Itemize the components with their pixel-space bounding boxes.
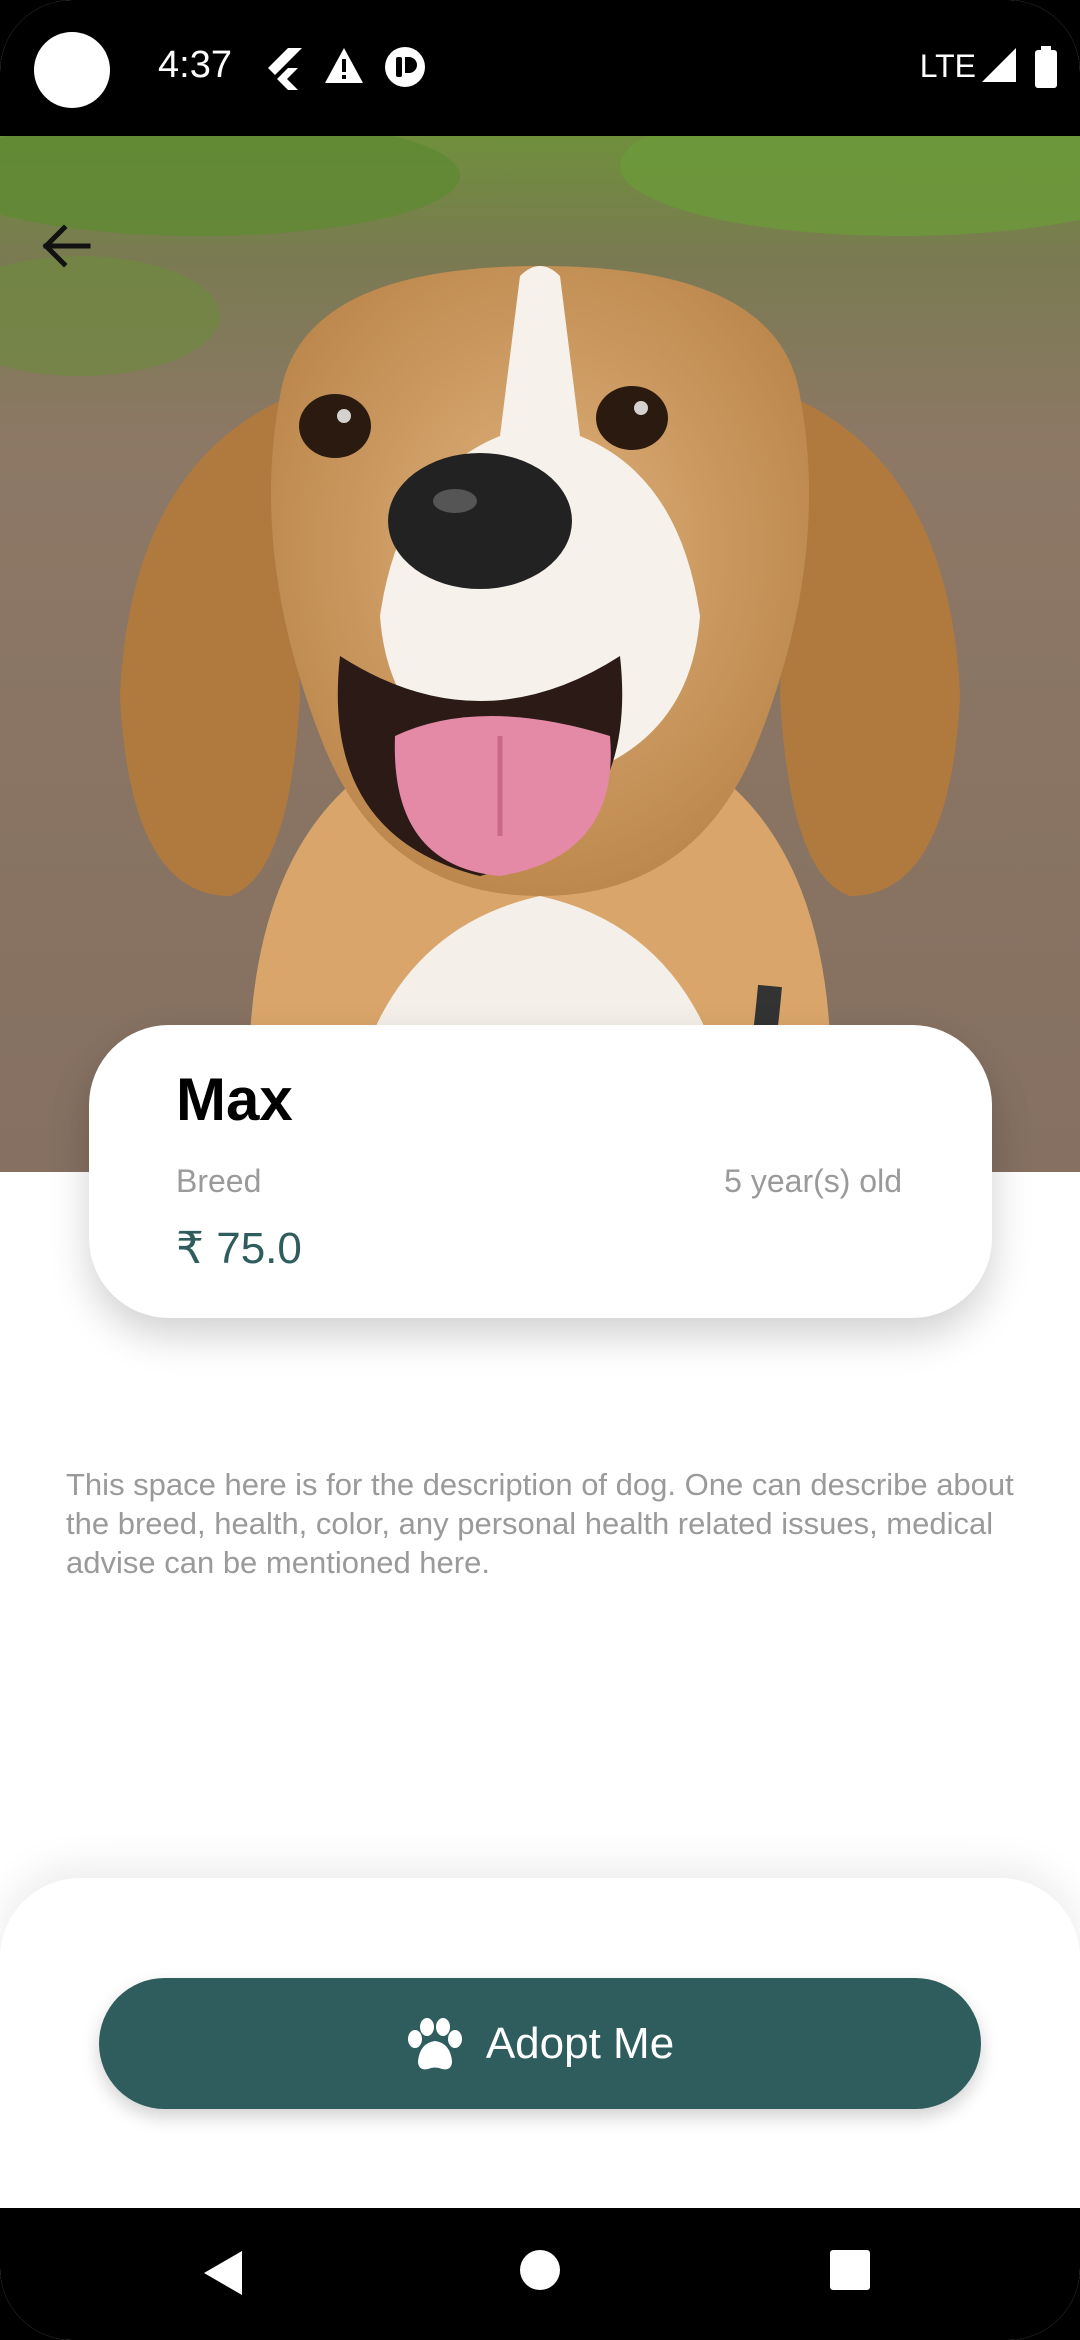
status-bar: 4:37 LTE bbox=[0, 0, 1080, 136]
nav-home-icon[interactable] bbox=[518, 2248, 562, 2292]
bottom-action-panel: Adopt Me bbox=[0, 1878, 1080, 2208]
nav-back-icon[interactable] bbox=[200, 2248, 248, 2298]
battery-icon bbox=[1035, 46, 1057, 88]
screen: 4:37 LTE Max Breed 5 year(s) old ₹ 75.0 … bbox=[0, 0, 1080, 2340]
pet-price: ₹ 75.0 bbox=[176, 1223, 302, 1274]
pet-description: This space here is for the description o… bbox=[66, 1467, 1014, 1580]
adopt-me-button[interactable]: Adopt Me bbox=[99, 1978, 981, 2109]
warning-icon bbox=[325, 48, 363, 83]
signal-icon bbox=[982, 48, 1016, 82]
pet-age: 5 year(s) old bbox=[724, 1163, 902, 1199]
app-notification-icon bbox=[385, 47, 425, 87]
network-type: LTE bbox=[919, 48, 976, 84]
paw-icon bbox=[407, 2017, 462, 2069]
front-camera bbox=[34, 32, 110, 108]
flutter-icon bbox=[268, 48, 302, 90]
pet-info-card: Max Breed 5 year(s) old ₹ 75.0 bbox=[89, 1025, 992, 1318]
dog-photo bbox=[0, 136, 1080, 1172]
beagle-dog-photo bbox=[0, 136, 1080, 1172]
system-nav-bar bbox=[0, 2208, 1080, 2340]
nav-recents-icon[interactable] bbox=[828, 2248, 872, 2292]
currency-symbol: ₹ bbox=[176, 1224, 204, 1273]
status-time: 4:37 bbox=[158, 44, 232, 86]
pet-breed: Breed bbox=[176, 1163, 262, 1199]
adopt-me-label: Adopt Me bbox=[485, 2018, 675, 2068]
pet-name: Max bbox=[176, 1066, 293, 1133]
back-arrow-icon[interactable] bbox=[36, 216, 96, 276]
price-value: 75.0 bbox=[216, 1224, 302, 1273]
